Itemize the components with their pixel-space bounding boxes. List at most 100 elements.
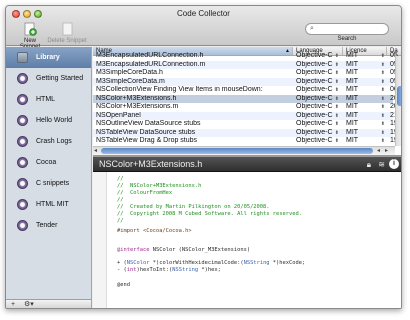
- cell-language[interactable]: Objective-C ⬍: [296, 52, 340, 61]
- cell-licence[interactable]: MIT ⬍: [346, 137, 386, 146]
- search-icon: ⌕: [310, 25, 314, 32]
- popup-arrows-icon: ⬍: [380, 121, 385, 127]
- cell-name: NSOutlineView DataSource stubs: [96, 120, 201, 127]
- sidebar-item-crash-logs[interactable]: Crash Logs: [6, 131, 91, 152]
- cell-language[interactable]: Objective-C ⬍: [296, 69, 340, 78]
- code-view[interactable]: // // NSColor+M3Extensions.h // ColourFr…: [93, 172, 401, 308]
- code-line: #import <Cocoa/Cocoa.h>: [117, 228, 192, 234]
- delete-snippet-button[interactable]: Delete Snippet: [47, 22, 87, 44]
- lock-icon[interactable]: 🔒︎: [367, 160, 371, 170]
- vertical-scroll-thumb[interactable]: [397, 86, 401, 106]
- cell-language[interactable]: Objective-C ⬍: [296, 78, 340, 87]
- app-window: Code Collector New Snippet Delete Snippe…: [5, 5, 402, 309]
- table-row[interactable]: M3SimpleCoreData.h Objective-C ⬍ MIT ⬍ 05: [93, 69, 398, 78]
- sidebar-item-getting-started[interactable]: Getting Started: [6, 68, 91, 89]
- table-row[interactable]: NSTableView Drag & Drop stubs Objective-…: [93, 137, 398, 146]
- group-icon: [17, 199, 28, 210]
- cell-language[interactable]: Objective-C ⬍: [296, 86, 340, 95]
- delete-snippet-icon: [60, 22, 74, 36]
- code-line: @interface NSColor (NSColor_M3Extensions…: [117, 247, 250, 254]
- cell-licence[interactable]: MIT ⬍: [346, 129, 386, 138]
- cell-licence[interactable]: MIT ⬍: [346, 86, 386, 95]
- table-row[interactable]: M3EncapsulatedURLConnection.m Objective-…: [93, 60, 398, 70]
- sidebar-item-label: Library: [36, 54, 60, 61]
- code-token: NSColor: [126, 260, 150, 266]
- table-horizontal-scrollbar[interactable]: ◂ ◂ ▸: [93, 146, 395, 155]
- cell-licence[interactable]: MIT ⬍: [346, 52, 386, 61]
- sidebar-item-tender[interactable]: Tender: [6, 215, 91, 236]
- sidebar-item-html[interactable]: HTML: [6, 89, 91, 110]
- sidebar-item-label: Getting Started: [36, 75, 84, 82]
- cell-language[interactable]: Objective-C ⬍: [296, 120, 340, 129]
- cell-name: NSCollectionView Finding View Items in m…: [96, 86, 263, 93]
- cell-licence-value: MIT: [346, 69, 359, 76]
- scroll-right-arrow-icon[interactable]: ▸: [385, 147, 388, 155]
- search-input[interactable]: [320, 25, 384, 33]
- code-token: int: [126, 267, 137, 273]
- table-body: M3EncapsulatedURLConnection.h Objective-…: [93, 52, 398, 146]
- cell-name: NSTableView Drag & Drop stubs: [96, 137, 198, 144]
- add-group-button[interactable]: +: [11, 300, 15, 308]
- sidebar: Library Getting Started HTML Hello World…: [6, 47, 92, 299]
- cell-language[interactable]: Objective-C ⬍: [296, 129, 340, 138]
- cell-licence[interactable]: MIT ⬍: [346, 78, 386, 87]
- cell-licence[interactable]: MIT ⬍: [346, 69, 386, 78]
- library-icon: [17, 52, 28, 63]
- cell-language-value: Objective-C: [296, 120, 333, 127]
- popup-arrows-icon: ⬍: [334, 104, 339, 110]
- code-line: @end: [117, 282, 130, 288]
- cell-licence[interactable]: MIT ⬍: [346, 112, 386, 121]
- cell-language[interactable]: Objective-C ⬍: [296, 137, 340, 146]
- table-row[interactable]: M3SimpleCoreData.m Objective-C ⬍ MIT ⬍ 05: [93, 77, 398, 87]
- sidebar-item-html-mit[interactable]: HTML MIT: [6, 194, 91, 215]
- cell-language-value: Objective-C: [296, 128, 333, 136]
- search-field[interactable]: ⌕: [305, 23, 389, 35]
- table-row[interactable]: NSTableView DataSource stubs Objective-C…: [93, 128, 398, 138]
- cell-licence[interactable]: MIT ⬍: [346, 61, 386, 70]
- cell-licence[interactable]: MIT ⬍: [346, 120, 386, 129]
- info-icon[interactable]: i: [389, 159, 399, 169]
- group-icon: [17, 220, 28, 231]
- table-row[interactable]: NSOpenPanel Objective-C ⬍ MIT ⬍ 21: [93, 111, 398, 121]
- scroll-left-arrow-icon[interactable]: ◂: [94, 147, 97, 155]
- table-row-selected[interactable]: NSColor+M3Extensions.h Objective-C ⬍ MIT ⬍…: [93, 94, 398, 104]
- delete-snippet-label: Delete Snippet: [47, 38, 87, 44]
- horizontal-scroll-thumb[interactable]: [101, 148, 373, 154]
- sidebar-item-c-snippets[interactable]: C snippets: [6, 173, 91, 194]
- code-token: @interface: [117, 247, 150, 253]
- cell-name: NSColor+M3Extensions.m: [96, 103, 179, 110]
- code-token: *)colorWithHexidecimalCode:(: [149, 260, 244, 266]
- code-token: *)hexCode;: [269, 260, 306, 266]
- title-bar: Code Collector New Snippet Delete Snippe…: [6, 6, 401, 50]
- new-snippet-button[interactable]: New Snippet: [14, 22, 46, 50]
- table-vertical-scrollbar[interactable]: [395, 56, 401, 146]
- popup-arrows-icon: ⬍: [334, 95, 339, 102]
- snippet-title: NSColor+M3Extensions.h: [99, 159, 203, 169]
- cell-language-value: Objective-C: [296, 94, 333, 102]
- table-row[interactable]: M3EncapsulatedURLConnection.h Objective-…: [93, 52, 398, 61]
- cell-licence-value: MIT: [346, 94, 359, 102]
- cell-licence[interactable]: MIT ⬍: [346, 95, 386, 104]
- cell-language-value: Objective-C: [296, 103, 333, 110]
- cell-licence[interactable]: MIT ⬍: [346, 103, 386, 112]
- scroll-left-arrow-icon[interactable]: ◂: [377, 147, 380, 155]
- sidebar-item-label: HTML: [36, 96, 56, 103]
- cell-language[interactable]: Objective-C ⬍: [296, 103, 340, 112]
- action-menu-button[interactable]: ⚙▾: [24, 300, 34, 308]
- sidebar-footer: + ⚙▾: [6, 299, 92, 308]
- sidebar-item-hello-world[interactable]: Hello World: [6, 110, 91, 131]
- sidebar-item-label: Tender: [36, 222, 58, 229]
- cell-language[interactable]: Objective-C ⬍: [296, 61, 340, 70]
- code-token: NSString: [172, 267, 199, 273]
- sidebar-item-cocoa[interactable]: Cocoa: [6, 152, 91, 173]
- cell-language[interactable]: Objective-C ⬍: [296, 112, 340, 121]
- sidebar-item-library[interactable]: Library: [6, 47, 91, 68]
- cell-language[interactable]: Objective-C ⬍: [296, 95, 340, 104]
- table-row[interactable]: NSColor+M3Extensions.m Objective-C ⬍ MIT ⬍…: [93, 103, 398, 112]
- group-icon: [17, 136, 28, 147]
- share-icon[interactable]: ≋: [378, 160, 385, 169]
- table-row[interactable]: NSCollectionView Finding View Items in m…: [93, 86, 398, 95]
- cell-language-value: Objective-C: [296, 86, 333, 93]
- table-row[interactable]: NSOutlineView DataSource stubs Objective…: [93, 120, 398, 129]
- cell-name: M3SimpleCoreData.m: [96, 77, 165, 85]
